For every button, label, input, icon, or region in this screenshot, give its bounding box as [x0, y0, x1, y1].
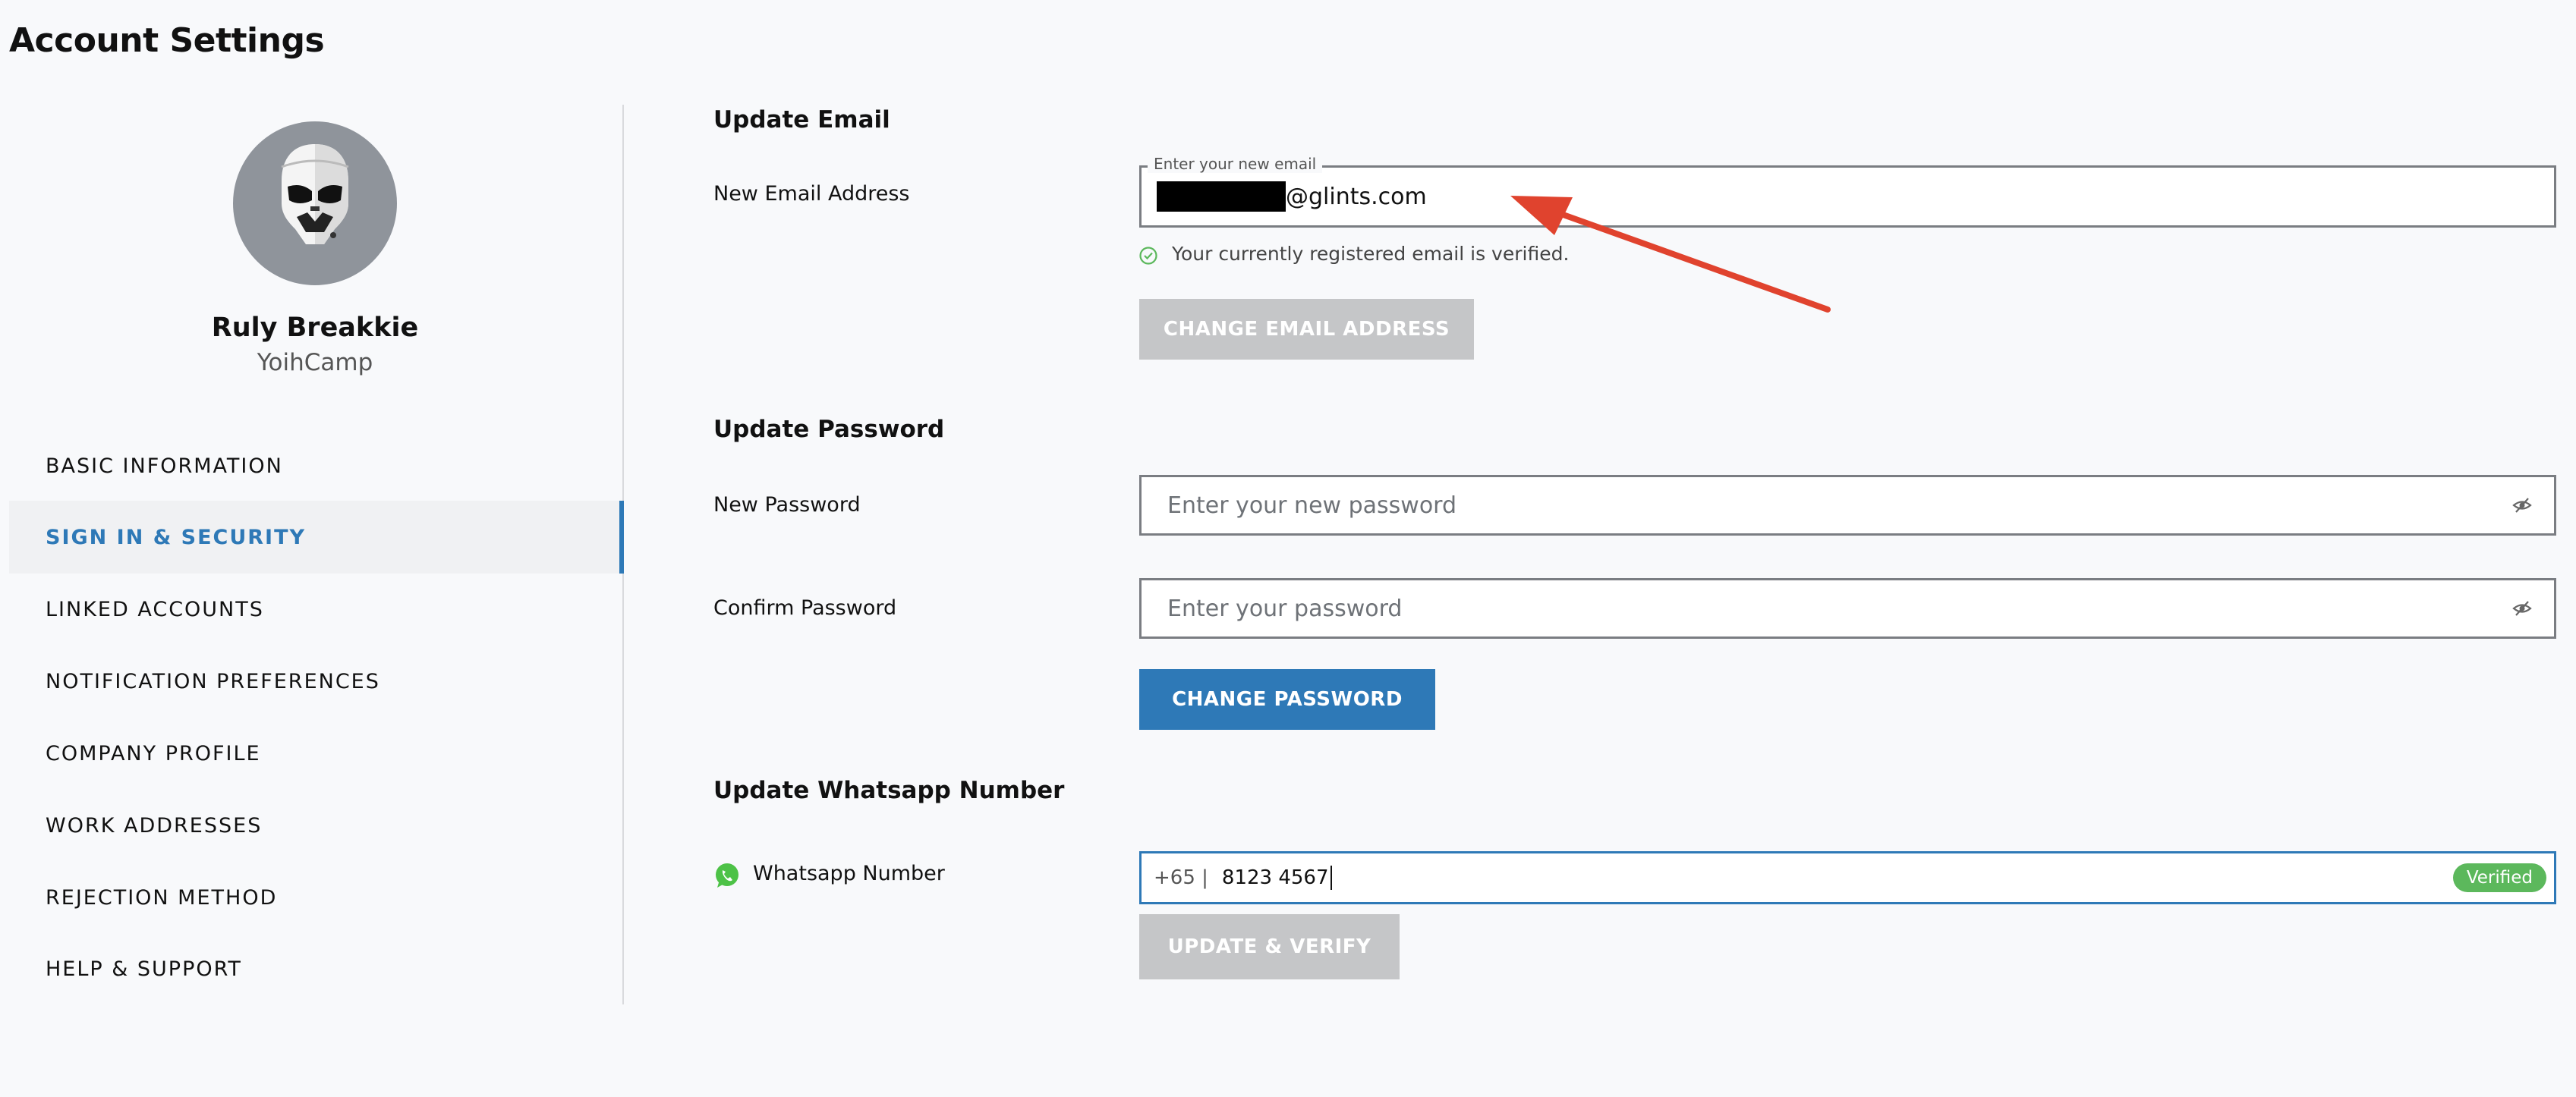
email-field[interactable]: @glints.com [1139, 165, 2556, 228]
email-field-legend: Enter your new email [1148, 155, 1323, 173]
confirm-password-placeholder: Enter your password [1167, 595, 1403, 622]
whatsapp-number-value: 8123 4567 [1221, 866, 1329, 889]
sidebar-item-work-addresses[interactable]: WORK ADDRESSES [9, 789, 624, 862]
new-password-field[interactable]: Enter your new password [1139, 475, 2556, 536]
email-field-label: New Email Address [713, 182, 910, 206]
eye-slash-icon[interactable] [2511, 495, 2533, 516]
redacted-block [1157, 181, 1286, 212]
arrow-annotation [1510, 196, 1831, 313]
confirm-password-label: Confirm Password [713, 596, 897, 620]
country-code[interactable]: +65 | [1142, 866, 1222, 889]
text-cursor [1330, 866, 1332, 890]
whatsapp-icon [716, 863, 738, 888]
sidebar-item-help-support[interactable]: HELP & SUPPORT [9, 932, 624, 1005]
verified-badge: Verified [2452, 863, 2546, 892]
profile-name: Ruly Breakkie [211, 313, 419, 343]
sidebar: Ruly Breakkie YoihCamp BASIC INFORMATION… [0, 105, 624, 1004]
avatar [233, 121, 397, 285]
email-value-suffix: @glints.com [1286, 183, 1427, 210]
sidebar-item-company-profile[interactable]: COMPANY PROFILE [9, 717, 624, 790]
new-password-label: New Password [713, 493, 861, 517]
sidebar-item-rejection-method[interactable]: REJECTION METHOD [9, 861, 624, 934]
new-password-placeholder: Enter your new password [1167, 492, 1457, 519]
whatsapp-number-field[interactable]: +65 | 8123 4567 Verified [1139, 851, 2556, 904]
check-circle-icon [1139, 247, 1157, 265]
eye-slash-icon[interactable] [2511, 598, 2533, 619]
stormtrooper-avatar-icon [281, 144, 349, 244]
change-email-button[interactable]: CHANGE EMAIL ADDRESS [1139, 299, 1474, 360]
sidebar-item-basic-information[interactable]: BASIC INFORMATION [9, 429, 624, 502]
whatsapp-label: Whatsapp Number [753, 862, 945, 885]
update-verify-button[interactable]: UPDATE & VERIFY [1139, 914, 1400, 979]
whatsapp-section-title: Update Whatsapp Number [713, 777, 1065, 804]
change-password-button[interactable]: CHANGE PASSWORD [1139, 669, 1435, 730]
profile-company: YoihCamp [257, 349, 373, 376]
page-title: Account Settings [9, 21, 325, 60]
password-section-title: Update Password [713, 416, 945, 443]
sidebar-item-notification-preferences[interactable]: NOTIFICATION PREFERENCES [9, 645, 624, 718]
confirm-password-field[interactable]: Enter your password [1139, 578, 2556, 639]
sidebar-item-linked-accounts[interactable]: LINKED ACCOUNTS [9, 573, 624, 646]
sidebar-item-sign-in-security[interactable]: SIGN IN & SECURITY [9, 501, 624, 574]
email-section-title: Update Email [713, 106, 890, 134]
